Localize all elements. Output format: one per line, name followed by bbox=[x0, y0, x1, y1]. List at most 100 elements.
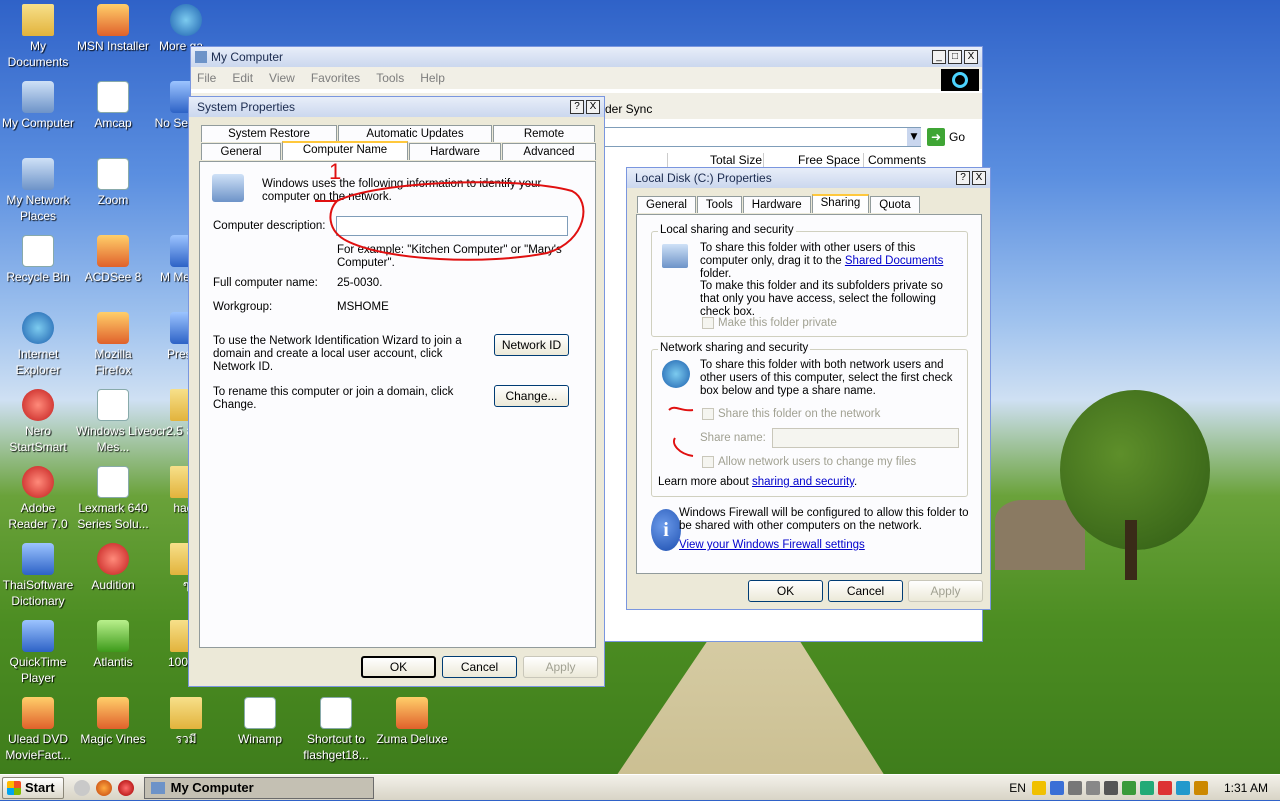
system-properties-titlebar[interactable]: System Properties ? X bbox=[189, 97, 604, 117]
menu-edit[interactable]: Edit bbox=[232, 71, 253, 85]
close-button[interactable]: X bbox=[972, 171, 986, 185]
desktop-icon[interactable]: Zuma Deluxe bbox=[374, 697, 450, 747]
start-label: Start bbox=[25, 780, 55, 795]
quicklaunch-desktop-icon[interactable] bbox=[73, 779, 90, 796]
ok-button[interactable]: OK bbox=[748, 580, 823, 602]
taskbar-my-computer[interactable]: My Computer bbox=[143, 776, 374, 799]
tab-general[interactable]: General bbox=[637, 196, 696, 213]
apply-button[interactable]: Apply bbox=[523, 656, 598, 678]
shared-documents-link[interactable]: Shared Documents bbox=[845, 255, 943, 267]
desktop-icon-image bbox=[22, 389, 54, 421]
tray-icon-8[interactable] bbox=[1157, 781, 1172, 795]
help-button[interactable]: ? bbox=[956, 171, 970, 185]
address-bar[interactable] bbox=[601, 127, 921, 147]
local-disk-title: Local Disk (C:) Properties bbox=[635, 171, 772, 185]
desktop-icon[interactable]: Ulead DVD MovieFact... bbox=[0, 697, 76, 763]
tabs-row-bottom: General Computer Name Hardware Advanced bbox=[201, 141, 597, 160]
tab-hardware[interactable]: Hardware bbox=[409, 143, 501, 160]
local-computer-icon bbox=[662, 244, 688, 268]
desktop-icon[interactable]: Zoom bbox=[75, 158, 151, 208]
tab-computer-name[interactable]: Computer Name bbox=[282, 141, 408, 160]
desktop-icon[interactable]: MSN Installer bbox=[75, 4, 151, 54]
desktop-icon[interactable]: My Network Places bbox=[0, 158, 76, 224]
change-button[interactable]: Change... bbox=[494, 385, 569, 407]
desktop-icon[interactable]: ACDSee 8 bbox=[75, 235, 151, 285]
local-disk-properties-dialog[interactable]: Local Disk (C:) Properties ? X General T… bbox=[626, 167, 991, 610]
desktop-icon[interactable]: Shortcut to flashget18... bbox=[298, 697, 374, 763]
folder-sync-label[interactable]: der Sync bbox=[605, 103, 652, 116]
desktop-icon[interactable]: Amcap bbox=[75, 81, 151, 131]
system-properties-dialog[interactable]: System Properties ? X System Restore Aut… bbox=[188, 96, 605, 687]
start-button[interactable]: Start bbox=[2, 776, 64, 799]
menu-tools[interactable]: Tools bbox=[376, 71, 404, 85]
desktop-icon[interactable]: ThaiSoftware Dictionary bbox=[0, 543, 76, 609]
share-name-input[interactable] bbox=[772, 428, 959, 448]
go-button[interactable]: ➜ Go bbox=[927, 127, 973, 147]
menu-favorites[interactable]: Favorites bbox=[311, 71, 360, 85]
help-button[interactable]: ? bbox=[570, 100, 584, 114]
tab-system-restore[interactable]: System Restore bbox=[201, 125, 337, 142]
tab-sharing[interactable]: Sharing bbox=[811, 194, 870, 213]
maximize-button[interactable]: □ bbox=[948, 50, 962, 64]
desktop-icon[interactable]: My Documents bbox=[0, 4, 76, 70]
close-button[interactable]: X bbox=[964, 50, 978, 64]
desktop-icon[interactable]: Internet Explorer bbox=[0, 312, 76, 378]
quicklaunch-media-icon[interactable] bbox=[117, 779, 134, 796]
tray-icon-1[interactable] bbox=[1031, 781, 1046, 795]
desktop-icon[interactable]: Adobe Reader 7.0 bbox=[0, 466, 76, 532]
wallpaper-tree-trunk bbox=[1125, 520, 1137, 580]
apply-button[interactable]: Apply bbox=[908, 580, 983, 602]
desktop-icon[interactable]: รวมี bbox=[148, 697, 224, 747]
menu-view[interactable]: View bbox=[269, 71, 295, 85]
firewall-settings-link[interactable]: View your Windows Firewall settings bbox=[679, 539, 865, 552]
cancel-button[interactable]: Cancel bbox=[828, 580, 903, 602]
tab-remote[interactable]: Remote bbox=[493, 125, 595, 142]
tray-icon-10[interactable] bbox=[1193, 781, 1208, 795]
menu-help[interactable]: Help bbox=[420, 71, 445, 85]
desktop-icon[interactable]: Mozilla Firefox bbox=[75, 312, 151, 378]
desktop-icon-image bbox=[22, 312, 54, 344]
tray-icon-9[interactable] bbox=[1175, 781, 1190, 795]
tray-icon-7[interactable] bbox=[1139, 781, 1154, 795]
desktop-icon[interactable]: Windows Live Mes... bbox=[75, 389, 151, 455]
language-indicator[interactable]: EN bbox=[1009, 781, 1026, 795]
tab-automatic-updates[interactable]: Automatic Updates bbox=[338, 125, 492, 142]
tab-advanced[interactable]: Advanced bbox=[502, 143, 596, 160]
menu-file[interactable]: File bbox=[197, 71, 216, 85]
desktop-icon[interactable]: Winamp bbox=[222, 697, 298, 747]
desktop-icon[interactable]: Audition bbox=[75, 543, 151, 593]
desktop-icon[interactable]: Lexmark 640 Series Solu... bbox=[75, 466, 151, 532]
desktop-icon[interactable]: QuickTime Player bbox=[0, 620, 76, 686]
desktop-icon[interactable]: My Computer bbox=[0, 81, 76, 131]
my-computer-task-icon bbox=[150, 781, 165, 794]
tab-general[interactable]: General bbox=[201, 143, 281, 160]
local-text-post: folder. bbox=[700, 268, 732, 280]
desktop-icon-image bbox=[97, 235, 129, 267]
tab-tools[interactable]: Tools bbox=[696, 196, 742, 213]
minimize-button[interactable]: _ bbox=[932, 50, 946, 64]
cancel-button[interactable]: Cancel bbox=[442, 656, 517, 678]
desktop-icon[interactable]: Magic Vines bbox=[75, 697, 151, 747]
tab-quota[interactable]: Quota bbox=[870, 196, 920, 213]
tray-icon-2[interactable] bbox=[1049, 781, 1064, 795]
sharing-security-link[interactable]: sharing and security bbox=[752, 476, 854, 488]
tab-hardware[interactable]: Hardware bbox=[742, 196, 811, 213]
desktop-icon[interactable]: Nero StartSmart bbox=[0, 389, 76, 455]
my-computer-titlebar[interactable]: My Computer _ □ X bbox=[191, 47, 982, 67]
desktop-icon-label: Nero StartSmart bbox=[9, 424, 67, 454]
desktop-icon[interactable]: Recycle Bin bbox=[0, 235, 76, 285]
make-private-checkbox[interactable] bbox=[702, 317, 714, 329]
network-id-button[interactable]: Network ID bbox=[494, 334, 569, 356]
desktop-icon[interactable]: Atlantis bbox=[75, 620, 151, 670]
close-button[interactable]: X bbox=[586, 100, 600, 114]
tray-icon-5[interactable] bbox=[1103, 781, 1118, 795]
network-icon[interactable] bbox=[1121, 781, 1136, 795]
desktop-icon-image bbox=[97, 697, 129, 729]
address-dropdown-icon[interactable]: ▼ bbox=[907, 128, 921, 146]
quicklaunch-firefox-icon[interactable] bbox=[95, 779, 112, 796]
tray-icon-3[interactable] bbox=[1067, 781, 1082, 795]
local-disk-titlebar[interactable]: Local Disk (C:) Properties ? X bbox=[627, 168, 990, 188]
volume-icon[interactable] bbox=[1085, 781, 1100, 795]
ok-button[interactable]: OK bbox=[361, 656, 436, 678]
clock[interactable]: 1:31 AM bbox=[1224, 781, 1268, 795]
